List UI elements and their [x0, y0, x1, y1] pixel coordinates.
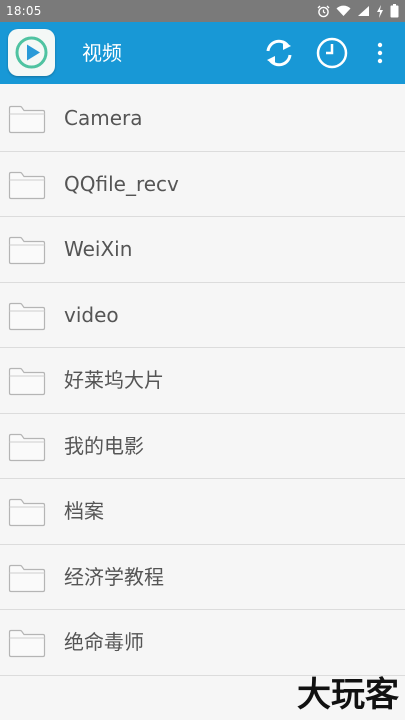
folder-name: video	[64, 302, 119, 327]
folder-item-archive[interactable]: 档案	[0, 479, 405, 545]
folder-icon	[8, 171, 46, 199]
folder-item-my-movies[interactable]: 我的电影	[0, 414, 405, 479]
folder-item-breaking-bad[interactable]: 绝命毒师	[0, 610, 405, 676]
wifi-icon	[336, 5, 351, 17]
folder-name: 我的电影	[64, 433, 144, 458]
folder-icon	[8, 629, 46, 658]
folder-icon	[8, 302, 46, 330]
folder-item-hollywood[interactable]: 好莱坞大片	[0, 348, 405, 414]
folder-name: 绝命毒师	[64, 630, 144, 654]
folder-item-qqfile-recv[interactable]: QQfile_recv	[0, 152, 405, 217]
folder-name: WeiXin	[64, 237, 133, 261]
folder-item-camera[interactable]: Camera	[0, 86, 405, 152]
battery-icon	[390, 4, 399, 18]
folder-name: 好莱坞大片	[64, 368, 164, 392]
status-icons	[317, 4, 399, 18]
more-options-button[interactable]	[368, 34, 392, 72]
page-title: 视频	[82, 41, 122, 65]
charging-icon	[377, 4, 383, 18]
refresh-button[interactable]	[261, 34, 297, 72]
folder-icon	[8, 367, 46, 396]
history-button[interactable]	[314, 34, 350, 72]
more-vert-icon	[377, 42, 383, 64]
history-clock-icon	[316, 37, 348, 69]
folder-name: 档案	[64, 499, 104, 523]
watermark-logo: 大玩客	[297, 675, 399, 715]
folder-name: QQfile_recv	[64, 171, 179, 196]
folder-icon	[8, 433, 46, 461]
signal-icon	[358, 6, 369, 16]
status-bar: 18:05	[0, 0, 405, 22]
alarm-icon	[317, 5, 330, 17]
folder-name: 经济学教程	[64, 564, 164, 589]
folder-name: Camera	[64, 106, 143, 130]
folder-icon	[8, 564, 46, 592]
folder-list: Camera QQfile_recv WeiXin video 好莱坞大片 我的…	[0, 86, 405, 676]
play-logo-icon	[8, 29, 55, 76]
folder-icon	[8, 498, 46, 527]
status-time: 18:05	[6, 4, 42, 18]
folder-icon	[8, 105, 46, 134]
folder-item-economics[interactable]: 经济学教程	[0, 545, 405, 610]
folder-item-video[interactable]: video	[0, 283, 405, 348]
folder-item-weixin[interactable]: WeiXin	[0, 217, 405, 283]
app-bar: 视频	[0, 22, 405, 84]
folder-icon	[8, 236, 46, 265]
refresh-icon	[266, 39, 292, 67]
